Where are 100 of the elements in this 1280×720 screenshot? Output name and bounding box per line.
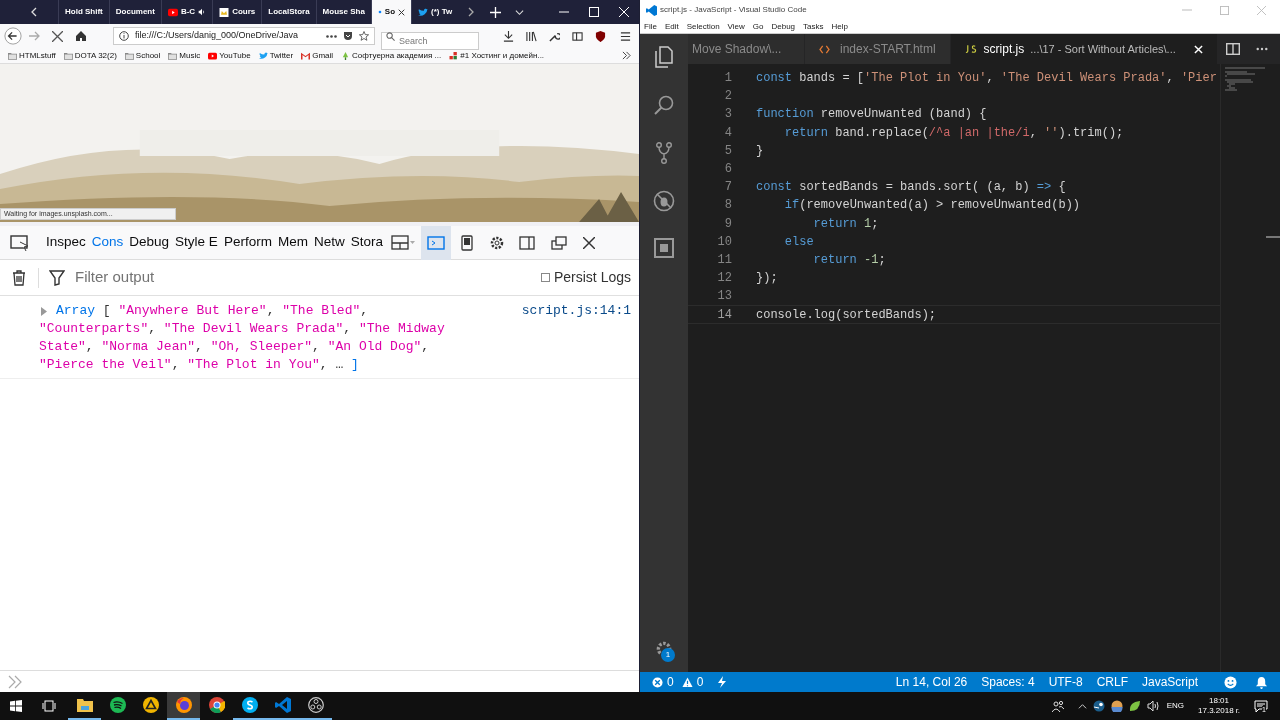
clock-time[interactable]: 18:01 bbox=[1209, 696, 1229, 706]
stop-icon[interactable] bbox=[52, 30, 63, 42]
bell-icon[interactable] bbox=[1255, 675, 1268, 689]
search-field[interactable]: Search bbox=[381, 32, 479, 50]
devtools-tab[interactable]: Style E bbox=[175, 232, 218, 253]
bookmark-link[interactable]: Music bbox=[179, 49, 201, 62]
devtools-tab[interactable]: Netw bbox=[313, 232, 345, 253]
library-icon[interactable] bbox=[526, 30, 537, 42]
editor-tab[interactable]: Move Shadow\... bbox=[688, 34, 804, 64]
extensions-icon[interactable] bbox=[654, 238, 674, 258]
scrollbar-thumb[interactable] bbox=[1266, 236, 1280, 238]
search-icon[interactable] bbox=[653, 94, 675, 116]
close-icon[interactable] bbox=[582, 236, 595, 249]
folder-icon[interactable] bbox=[63, 51, 73, 60]
no-bug-icon[interactable] bbox=[653, 190, 675, 212]
shield-icon[interactable] bbox=[595, 30, 606, 42]
folder-icon[interactable] bbox=[8, 51, 17, 60]
devtools-tab[interactable]: Perform bbox=[223, 232, 272, 253]
filter-field[interactable]: Filter output bbox=[75, 266, 541, 289]
bookmark-link[interactable]: #1 Хостинг и домейн... bbox=[460, 49, 545, 62]
split-console-button[interactable] bbox=[420, 225, 451, 260]
status-item[interactable]: JavaScript bbox=[1141, 673, 1198, 691]
menu-item[interactable]: View bbox=[727, 20, 745, 33]
devtools-tab[interactable]: Mem bbox=[277, 232, 308, 253]
menu-icon[interactable] bbox=[620, 30, 631, 42]
star-icon[interactable] bbox=[359, 31, 369, 41]
devtools-tab[interactable]: Stora bbox=[350, 232, 383, 253]
expand-icon[interactable] bbox=[40, 306, 48, 316]
devtools-tab[interactable]: Inspec bbox=[46, 232, 86, 253]
bookmark-link[interactable]: Gmail bbox=[312, 49, 334, 62]
error-count[interactable]: 0 bbox=[667, 673, 674, 691]
browser-tab[interactable]: So bbox=[370, 0, 412, 24]
sidebar-icon[interactable] bbox=[572, 30, 583, 42]
leaf-icon[interactable] bbox=[1128, 700, 1141, 712]
editor-tab[interactable]: script.js ...\17 - Sort Without Articles\... bbox=[949, 34, 1217, 64]
bookmark-link[interactable]: DOTA 32(2) bbox=[74, 49, 117, 62]
error-icon[interactable] bbox=[652, 676, 663, 688]
warning-icon[interactable] bbox=[681, 676, 693, 688]
blocks-icon[interactable] bbox=[449, 51, 459, 60]
trash-icon[interactable] bbox=[12, 269, 26, 286]
menu-item[interactable]: Edit bbox=[664, 20, 679, 33]
bookmark-link[interactable]: School bbox=[135, 49, 161, 62]
address-bar[interactable]: file:///C:/Users/danig_000/OneDrive/Java bbox=[113, 27, 375, 45]
more-icon[interactable] bbox=[326, 34, 337, 38]
source-link[interactable]: script.js:14:1 bbox=[521, 302, 631, 320]
bookmark-link[interactable]: HTMLstuff bbox=[19, 49, 56, 62]
new-tab-icon[interactable] bbox=[490, 6, 502, 18]
files-icon[interactable] bbox=[654, 46, 674, 68]
phone-icon[interactable] bbox=[460, 234, 473, 251]
devtools-tab[interactable]: Debug bbox=[129, 232, 170, 253]
action-center-icon[interactable] bbox=[1254, 699, 1268, 713]
bird-icon[interactable] bbox=[258, 51, 268, 60]
smiley-icon[interactable] bbox=[1224, 675, 1237, 689]
speaker-icon[interactable] bbox=[198, 8, 207, 16]
pocket-icon[interactable] bbox=[343, 31, 353, 41]
menu-item[interactable]: Selection bbox=[686, 20, 720, 33]
steam-icon[interactable] bbox=[1092, 700, 1105, 712]
status-item[interactable]: CRLF bbox=[1096, 673, 1128, 691]
mail-icon[interactable] bbox=[301, 51, 311, 60]
lightning-icon[interactable] bbox=[717, 676, 728, 688]
task-view-icon[interactable] bbox=[42, 700, 56, 712]
menu-item[interactable]: Debug bbox=[771, 20, 796, 33]
menu-item[interactable]: Go bbox=[752, 20, 764, 33]
menu-item[interactable]: File bbox=[644, 20, 657, 33]
home-icon[interactable] bbox=[75, 30, 87, 42]
bookmark-link[interactable]: Софтуерна академия ... bbox=[352, 49, 442, 62]
tree-icon[interactable] bbox=[341, 51, 351, 60]
split-editor-icon[interactable] bbox=[1226, 43, 1240, 55]
settings-icon[interactable] bbox=[488, 234, 505, 251]
sun-icon[interactable] bbox=[1110, 700, 1123, 712]
dock-side-icon[interactable] bbox=[518, 235, 535, 250]
bookmark-link[interactable]: Twitter bbox=[269, 49, 294, 62]
layout-icon[interactable] bbox=[390, 234, 415, 251]
separate-window-icon[interactable] bbox=[550, 235, 567, 250]
speaker-icon[interactable] bbox=[1146, 700, 1159, 712]
clock-date[interactable]: 17.3.2018 г. bbox=[1198, 706, 1240, 716]
info-icon[interactable] bbox=[119, 31, 129, 41]
checkbox[interactable] bbox=[540, 273, 550, 282]
menu-item[interactable]: Help bbox=[831, 20, 848, 33]
language-indicator[interactable]: ENG bbox=[1166, 700, 1184, 712]
chevron-more-icon[interactable] bbox=[622, 51, 631, 60]
bookmark-link[interactable]: YouTube bbox=[219, 49, 251, 62]
status-item[interactable]: Spaces: 4 bbox=[981, 673, 1035, 691]
branch-icon[interactable] bbox=[655, 142, 673, 164]
folder-icon[interactable] bbox=[168, 51, 178, 60]
warning-count[interactable]: 0 bbox=[696, 673, 704, 691]
dropdown-icon[interactable] bbox=[515, 7, 525, 17]
close-icon[interactable] bbox=[398, 8, 406, 16]
status-item[interactable]: Ln 14, Col 26 bbox=[895, 673, 968, 691]
status-item[interactable]: UTF-8 bbox=[1048, 673, 1083, 691]
download-icon[interactable] bbox=[503, 30, 514, 42]
more-icon[interactable] bbox=[1256, 47, 1268, 51]
element-picker-icon[interactable] bbox=[10, 233, 30, 252]
back-icon[interactable] bbox=[4, 27, 22, 45]
folder-icon[interactable] bbox=[124, 51, 134, 60]
devtools-tab[interactable]: Cons bbox=[91, 232, 124, 253]
chevron-up-icon[interactable] bbox=[1077, 701, 1087, 711]
video-play-icon[interactable] bbox=[208, 51, 218, 60]
menu-item[interactable]: Tasks bbox=[803, 20, 824, 33]
windows-start-icon[interactable] bbox=[10, 700, 22, 712]
